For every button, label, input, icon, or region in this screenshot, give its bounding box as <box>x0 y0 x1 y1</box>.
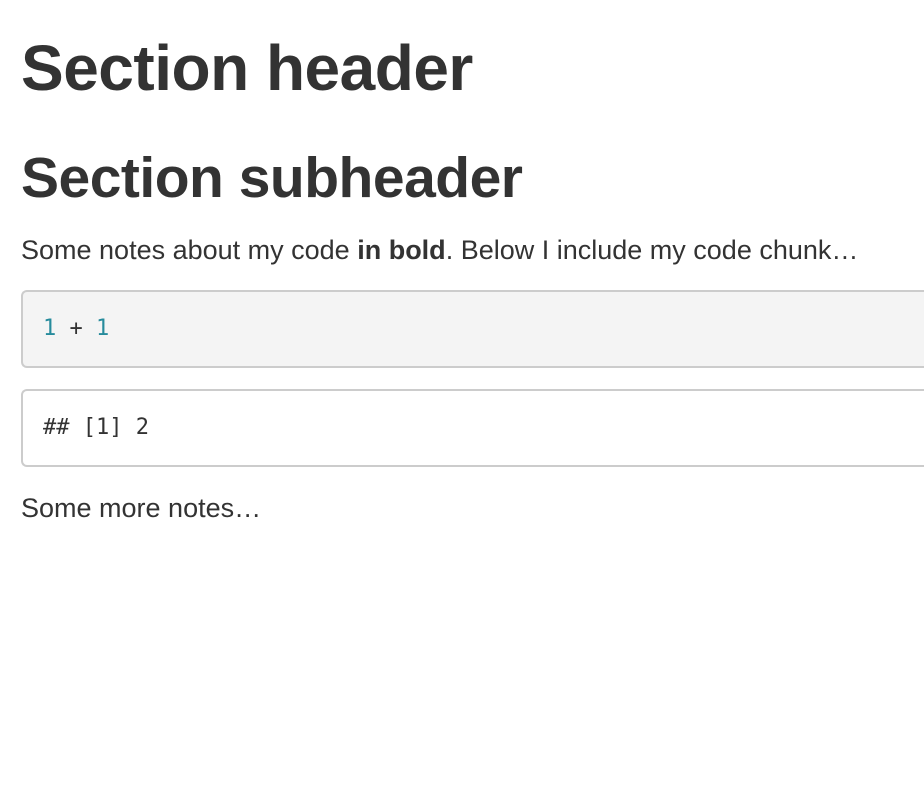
section-header: Section header <box>21 32 473 104</box>
code-number: 1 <box>43 316 57 341</box>
intro-text: Some notes about my code <box>21 235 358 265</box>
code-chunk[interactable]: 1 + 1 <box>21 290 924 368</box>
code-number: 1 <box>96 316 110 341</box>
closing-paragraph: Some more notes… <box>21 493 262 523</box>
intro-bold-text: in bold <box>357 235 446 265</box>
section-subheader: Section subheader <box>21 146 523 210</box>
intro-text-end: . Below I include my code chunk… <box>445 235 859 265</box>
code-operator: + <box>56 316 96 341</box>
code-output[interactable]: ## [1] 2 <box>21 389 924 467</box>
intro-paragraph: Some notes about my code in bold. Below … <box>21 232 858 268</box>
